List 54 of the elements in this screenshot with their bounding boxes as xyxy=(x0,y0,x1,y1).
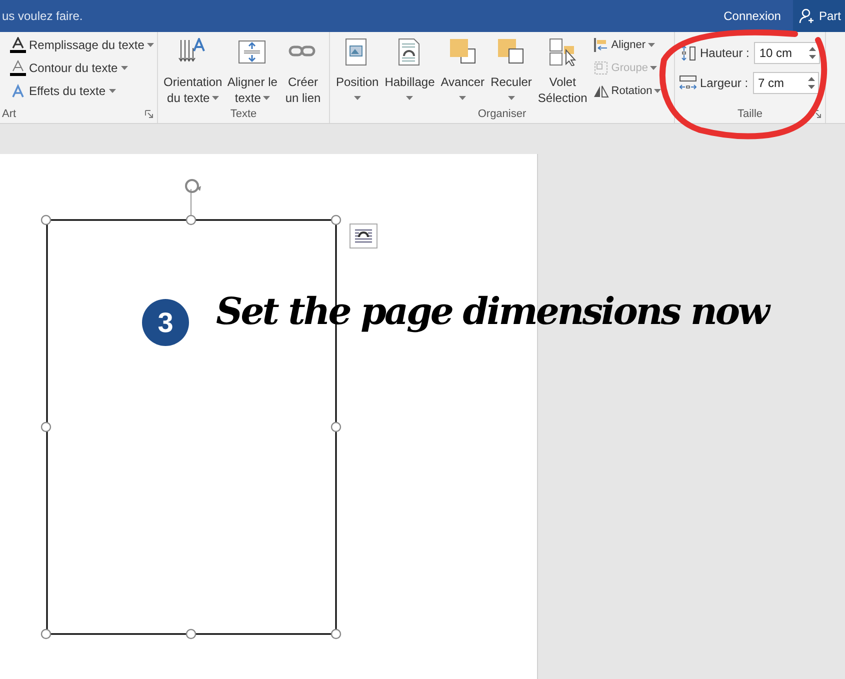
share-button[interactable]: Part xyxy=(792,0,845,32)
height-icon xyxy=(679,45,697,61)
caret-icon xyxy=(650,66,657,70)
layers-forward-icon xyxy=(448,38,478,66)
resize-handle[interactable] xyxy=(40,628,52,640)
group-label: Organiser xyxy=(478,107,526,122)
resize-handle[interactable] xyxy=(330,422,342,432)
spinner-arrows-icon xyxy=(809,46,816,60)
resize-handle[interactable] xyxy=(186,214,196,226)
align-text-icon xyxy=(237,38,268,66)
caret-icon xyxy=(654,89,662,93)
ribbon-button[interactable]: Position xyxy=(334,36,381,100)
ribbon-menu-button[interactable]: Rotation xyxy=(593,82,662,100)
rotate-handle[interactable] xyxy=(185,179,201,216)
tell-me-hint[interactable]: us voulez faire. xyxy=(2,7,83,25)
width-icon xyxy=(679,75,697,91)
sign-in-link[interactable]: Connexion xyxy=(724,7,781,25)
resize-handle[interactable] xyxy=(330,628,342,640)
ribbon-menu-button: Groupe xyxy=(593,59,662,77)
group-label: Taille xyxy=(737,106,763,122)
size-input-field[interactable]: 10 cm xyxy=(754,42,820,64)
resize-handle[interactable] xyxy=(330,214,342,226)
ribbon-menu-button[interactable]: Effets du texte xyxy=(10,82,157,100)
align-objects-icon xyxy=(593,37,610,53)
ribbon-button[interactable]: Habillage xyxy=(382,36,437,100)
dialog-launcher-icon xyxy=(813,110,821,118)
ribbon-menu-button[interactable]: Contour du texte xyxy=(10,59,157,77)
dialog-launcher-icon xyxy=(145,110,153,118)
ribbon-menu-button[interactable]: Aligner xyxy=(593,36,662,54)
ribbon-button[interactable]: Créer un lien xyxy=(281,36,325,106)
selection-pane-icon xyxy=(548,38,578,66)
resize-handle[interactable] xyxy=(40,422,52,432)
ribbon-button[interactable]: Reculer xyxy=(488,36,534,100)
ribbon-button[interactable]: Volet Sélection xyxy=(536,36,590,106)
ribbon-menu-button[interactable]: Remplissage du texte xyxy=(10,36,157,54)
ribbon-button[interactable]: Aligner le texte xyxy=(226,36,279,106)
text-outline-icon xyxy=(10,60,26,76)
group-label: Texte xyxy=(230,107,257,122)
group-label: Art xyxy=(2,106,16,122)
resize-handle[interactable] xyxy=(186,628,196,640)
text-fill-icon xyxy=(10,37,26,53)
field-label: Largeur : xyxy=(700,75,748,92)
size-input-field[interactable]: 7 cm xyxy=(753,72,820,94)
person-plus-icon xyxy=(798,8,815,24)
ribbon-button[interactable]: Avancer xyxy=(438,36,487,100)
spinner-arrows-icon xyxy=(808,76,816,90)
ribbon-button[interactable]: Orientation du texte xyxy=(162,36,224,106)
rotate-triangle-icon xyxy=(593,83,610,99)
group-objects-icon xyxy=(593,60,610,76)
caret-icon xyxy=(648,43,655,47)
field-label: Hauteur : xyxy=(700,45,750,62)
resize-handle[interactable] xyxy=(40,214,52,226)
layout-options-icon[interactable] xyxy=(350,224,378,248)
text-effects-icon xyxy=(10,83,26,99)
